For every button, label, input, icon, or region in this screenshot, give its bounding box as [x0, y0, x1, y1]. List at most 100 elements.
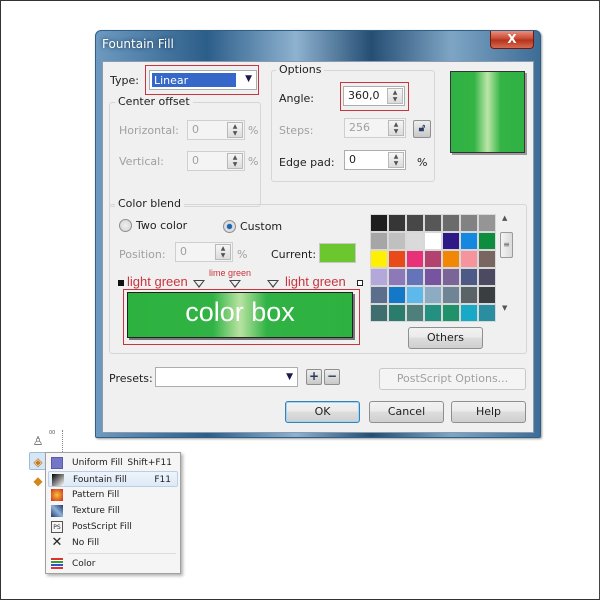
palette-swatch[interactable]: [478, 232, 496, 250]
add-preset-button[interactable]: +: [306, 369, 322, 385]
presets-select[interactable]: ▼: [155, 367, 298, 387]
current-color-swatch[interactable]: [319, 243, 356, 263]
pattern-fill-icon: [51, 489, 63, 501]
palette-swatch[interactable]: [442, 214, 460, 232]
annotation-middle: lime green: [209, 268, 252, 278]
scroll-down-icon[interactable]: ▼: [502, 304, 507, 312]
menu-item-texture-fill[interactable]: Texture Fill: [48, 503, 178, 519]
palette-swatch[interactable]: [460, 232, 478, 250]
palette-swatch[interactable]: [442, 286, 460, 304]
help-button[interactable]: Help: [451, 401, 526, 423]
menu-item-pattern-fill[interactable]: Pattern Fill: [48, 487, 178, 503]
palette-swatch[interactable]: [460, 250, 478, 268]
plus-icon: +: [308, 369, 320, 383]
palette-swatch[interactable]: [406, 250, 424, 268]
outline-tool-icon[interactable]: ♙: [29, 432, 47, 450]
palette-swatch[interactable]: [442, 304, 460, 322]
palette-swatch[interactable]: [460, 214, 478, 232]
palette-swatch[interactable]: [424, 250, 442, 268]
horizontal-spinner[interactable]: ▲ ▼: [227, 122, 243, 138]
palette-swatch[interactable]: [424, 232, 442, 250]
palette-swatch[interactable]: [478, 304, 496, 322]
menu-item-uniform-fill[interactable]: Uniform Fill Shift+F11: [48, 455, 178, 471]
palette-swatch[interactable]: [370, 250, 388, 268]
angle-input[interactable]: 360,0 ▲ ▼: [343, 86, 405, 106]
palette-swatch[interactable]: [406, 268, 424, 286]
postscript-options-button[interactable]: PostScript Options...: [379, 368, 526, 390]
scroll-up-icon[interactable]: ▲: [502, 214, 507, 222]
menu-item-shortcut: Shift+F11: [127, 458, 172, 468]
vertical-spinner[interactable]: ▲ ▼: [227, 153, 243, 169]
palette-swatch[interactable]: [442, 232, 460, 250]
edge-pad-spinner[interactable]: ▲ ▼: [388, 152, 404, 168]
start-color-marker[interactable]: [118, 280, 124, 286]
position-value: 0: [180, 245, 187, 258]
palette-swatch[interactable]: [478, 214, 496, 232]
palette-swatch[interactable]: [388, 232, 406, 250]
end-color-marker[interactable]: [357, 280, 363, 286]
fill-flyout-menu: Uniform Fill Shift+F11 Fountain Fill F11…: [45, 452, 181, 574]
steps-spinner[interactable]: ▲ ▼: [388, 120, 404, 136]
palette-swatch[interactable]: [478, 250, 496, 268]
annotation-right: light green: [285, 274, 346, 289]
palette-swatch[interactable]: [442, 250, 460, 268]
blend-marker-3[interactable]: [267, 280, 279, 288]
type-select[interactable]: Linear ▼: [149, 70, 257, 90]
palette-swatch[interactable]: [478, 268, 496, 286]
position-input[interactable]: 0 ▲ ▼: [175, 242, 233, 262]
blend-marker-2[interactable]: [229, 280, 241, 288]
palette-scrollbar[interactable]: ▲ ≡ ▼: [500, 212, 514, 320]
color-band[interactable]: color box: [127, 292, 353, 338]
palette-swatch[interactable]: [388, 268, 406, 286]
palette-swatch[interactable]: [424, 286, 442, 304]
menu-item-color[interactable]: Color: [48, 556, 178, 572]
others-button[interactable]: Others: [408, 327, 483, 349]
menu-item-label: Uniform Fill: [72, 458, 123, 468]
palette-swatch[interactable]: [406, 214, 424, 232]
palette-swatch[interactable]: [478, 286, 496, 304]
palette-swatch[interactable]: [406, 304, 424, 322]
palette-swatch[interactable]: [388, 304, 406, 322]
ok-button[interactable]: OK: [285, 401, 360, 423]
close-button[interactable]: X: [490, 31, 534, 49]
menu-item-no-fill[interactable]: ✕ No Fill: [48, 535, 178, 551]
dialog-title: Fountain Fill: [102, 37, 174, 51]
palette-swatch[interactable]: [388, 214, 406, 232]
palette-swatch[interactable]: [460, 268, 478, 286]
palette-swatch[interactable]: [406, 286, 424, 304]
palette-swatch[interactable]: [424, 268, 442, 286]
remove-preset-button[interactable]: −: [324, 369, 340, 385]
palette-swatch[interactable]: [460, 304, 478, 322]
menu-item-postscript-fill[interactable]: PS PostScript Fill: [48, 519, 178, 535]
palette-swatch[interactable]: [370, 268, 388, 286]
lock-steps-button[interactable]: 🔓︎: [413, 120, 431, 138]
vertical-input[interactable]: 0 ▲ ▼: [187, 151, 245, 171]
custom-radio[interactable]: [223, 220, 236, 233]
blend-marker-1[interactable]: [193, 280, 205, 288]
palette-swatch[interactable]: [424, 214, 442, 232]
palette-swatch[interactable]: [370, 304, 388, 322]
title-bar[interactable]: Fountain Fill X: [96, 31, 540, 57]
angle-spinner[interactable]: ▲ ▼: [387, 88, 403, 104]
palette-swatch[interactable]: [370, 286, 388, 304]
palette-swatch[interactable]: [388, 286, 406, 304]
edge-pad-input[interactable]: 0 ▲ ▼: [344, 150, 406, 170]
steps-input[interactable]: 256 ▲ ▼: [344, 118, 406, 138]
palette-swatch[interactable]: [370, 214, 388, 232]
two-color-radio[interactable]: [119, 219, 132, 232]
palette-swatch[interactable]: [406, 232, 424, 250]
position-spinner[interactable]: ▲ ▼: [215, 244, 231, 260]
scroll-thumb[interactable]: ≡: [500, 232, 513, 258]
horizontal-input[interactable]: 0 ▲ ▼: [187, 120, 245, 140]
palette-swatch[interactable]: [424, 304, 442, 322]
chevron-down-icon: ▼: [245, 74, 252, 84]
palette-swatch[interactable]: [442, 268, 460, 286]
color-palette[interactable]: [370, 214, 496, 322]
palette-swatch[interactable]: [370, 232, 388, 250]
menu-item-fountain-fill[interactable]: Fountain Fill F11: [48, 471, 178, 487]
palette-swatch[interactable]: [460, 286, 478, 304]
color-icon: [51, 558, 63, 570]
cancel-button[interactable]: Cancel: [369, 401, 444, 423]
menu-item-label: PostScript Fill: [72, 522, 132, 532]
palette-swatch[interactable]: [388, 250, 406, 268]
